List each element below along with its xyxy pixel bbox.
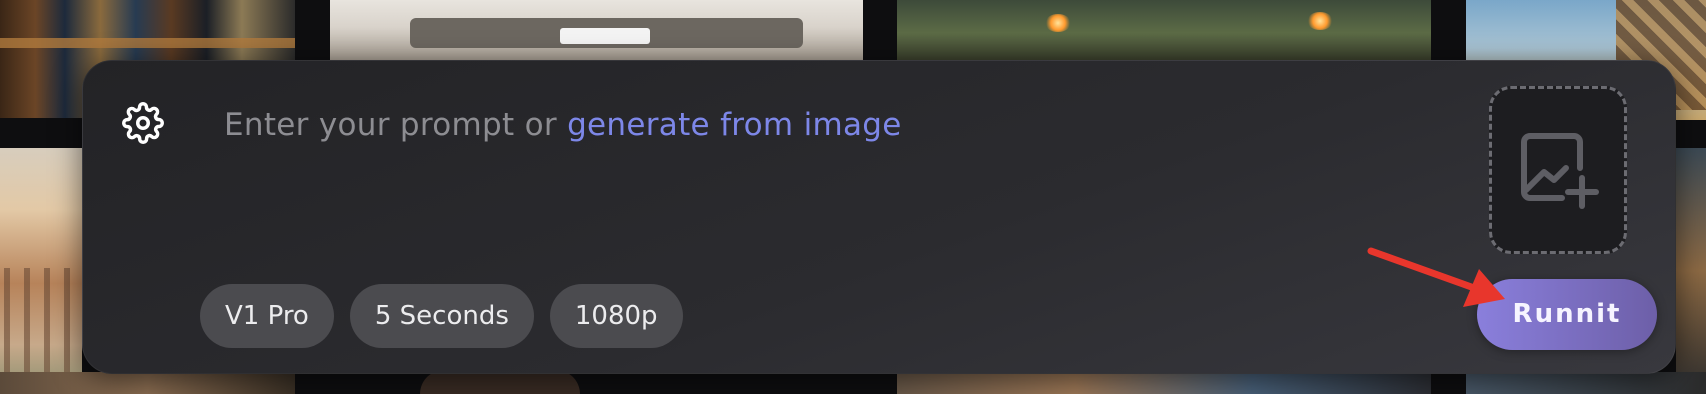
bottom-thumbnail[interactable] xyxy=(0,372,295,394)
flame-decoration xyxy=(1307,12,1333,30)
image-upload-dropzone[interactable] xyxy=(1489,86,1627,254)
duration-chip[interactable]: 5 Seconds xyxy=(349,284,534,348)
generate-from-image-link[interactable]: generate from image xyxy=(567,107,902,143)
red-arrow-annotation-icon xyxy=(1367,247,1505,307)
right-edge-thumbnail[interactable] xyxy=(1676,148,1706,394)
model-chip[interactable]: V1 Pro xyxy=(200,284,334,348)
lounge-thumbnail[interactable] xyxy=(330,0,863,60)
flame-decoration xyxy=(1045,14,1071,32)
prompt-input[interactable]: Enter your prompt or generate from image xyxy=(224,105,902,145)
settings-chips: V1 Pro 5 Seconds 1080p xyxy=(200,284,683,348)
battle-thumbnail[interactable] xyxy=(897,0,1431,60)
image-plus-icon xyxy=(1521,133,1599,209)
prompt-placeholder: Enter your prompt or xyxy=(224,107,568,143)
house-thumbnail[interactable] xyxy=(0,148,82,394)
prompt-panel: Enter your prompt or generate from image… xyxy=(82,60,1676,374)
bottom-thumbnail[interactable] xyxy=(1466,372,1706,394)
bottom-thumbnail[interactable] xyxy=(897,372,1431,394)
resolution-chip[interactable]: 1080p xyxy=(549,284,683,348)
settings-button[interactable] xyxy=(121,101,165,145)
gear-icon xyxy=(122,102,164,144)
